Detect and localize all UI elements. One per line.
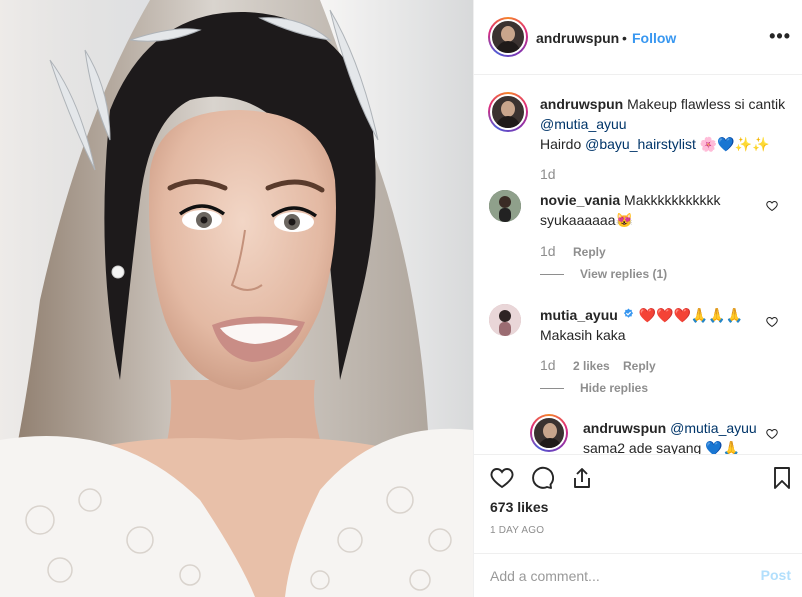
caption: andruwspun Makeup flawless si cantik @mu… xyxy=(540,94,790,154)
comment-mutia: mutia_ayuu ❤️❤️❤️🙏🙏🙏 Makasih kaka xyxy=(540,305,770,345)
post-actions: 673 likes 1 DAY AGO Post xyxy=(474,454,802,597)
bride-portrait-image xyxy=(0,0,473,597)
caption-username[interactable]: andruwspun xyxy=(540,96,623,112)
separator-dot: • xyxy=(622,30,627,46)
reply-andruwspun: andruwspun @mutia_ayuu sama2 ade sayang … xyxy=(583,418,763,454)
like-comment-heart-icon[interactable] xyxy=(766,200,778,212)
verified-badge-icon xyxy=(623,308,633,318)
comment-username[interactable]: novie_vania xyxy=(540,192,620,208)
author-avatar[interactable] xyxy=(488,17,528,57)
like-comment-heart-icon[interactable] xyxy=(766,316,778,328)
hide-replies-button[interactable]: Hide replies xyxy=(540,381,648,395)
caption-age[interactable]: 1d xyxy=(540,166,556,182)
post-photo[interactable] xyxy=(0,0,473,597)
caption-author-avatar[interactable] xyxy=(488,92,528,132)
comment-bubble-icon[interactable] xyxy=(530,466,554,490)
add-comment-bar: Post xyxy=(474,553,802,597)
comment-age[interactable]: 1d xyxy=(540,357,556,373)
caption-emojis: 🌸💙✨✨ xyxy=(699,136,770,152)
post-side-panel: andruwspun • Follow ••• andruwspun Makeu… xyxy=(473,0,802,597)
caption-mention-2[interactable]: @bayu_hairstylist xyxy=(585,136,696,152)
like-comment-heart-icon[interactable] xyxy=(766,428,778,440)
avatar-photo xyxy=(489,304,521,336)
comment-input[interactable] xyxy=(490,566,740,586)
comment-text-line2: Makasih kaka xyxy=(540,327,626,343)
follow-button[interactable]: Follow xyxy=(632,30,676,46)
reply-mention[interactable]: @mutia_ayuu xyxy=(670,420,757,436)
caption-mention-1[interactable]: @mutia_ayuu xyxy=(540,116,627,132)
comments-list[interactable]: andruwspun Makeup flawless si cantik @mu… xyxy=(474,76,802,454)
like-heart-icon[interactable] xyxy=(490,466,514,490)
more-options-icon[interactable]: ••• xyxy=(769,26,791,47)
view-replies-button[interactable]: View replies (1) xyxy=(540,267,667,281)
commenter-avatar-novie[interactable] xyxy=(489,190,521,222)
comment-novie: novie_vania Makkkkkkkkkkk syukaaaaaa😻 xyxy=(540,190,770,230)
comment-text-line1: ❤️❤️❤️🙏🙏🙏 xyxy=(638,307,744,323)
comment-text-line2: syukaaaaaa😻 xyxy=(540,212,633,228)
caption-text-2: Hairdo xyxy=(540,136,582,152)
caption-text-1: Makeup flawless si cantik xyxy=(627,96,786,112)
author-username[interactable]: andruwspun xyxy=(536,30,619,46)
comment-text-line1: Makkkkkkkkkkk xyxy=(624,192,721,208)
reply-text: sama2 ade sayang 💙🙏 xyxy=(583,440,741,454)
share-icon[interactable] xyxy=(570,466,594,490)
likes-count[interactable]: 673 likes xyxy=(490,499,548,515)
reply-username[interactable]: andruwspun xyxy=(583,420,666,436)
post-timestamp[interactable]: 1 DAY AGO xyxy=(490,525,544,536)
avatar-photo xyxy=(489,190,521,222)
post-header: andruwspun • Follow ••• xyxy=(474,0,802,75)
reply-button[interactable]: Reply xyxy=(623,359,656,373)
reply-author-avatar[interactable] xyxy=(530,414,568,452)
post-comment-button[interactable]: Post xyxy=(761,567,791,583)
commenter-avatar-mutia[interactable] xyxy=(489,304,521,336)
reply-button[interactable]: Reply xyxy=(573,245,606,259)
comment-age[interactable]: 1d xyxy=(540,243,556,259)
comment-username[interactable]: mutia_ayuu xyxy=(540,307,618,323)
save-bookmark-icon[interactable] xyxy=(770,466,794,490)
comment-likes-count[interactable]: 2 likes xyxy=(573,359,610,373)
